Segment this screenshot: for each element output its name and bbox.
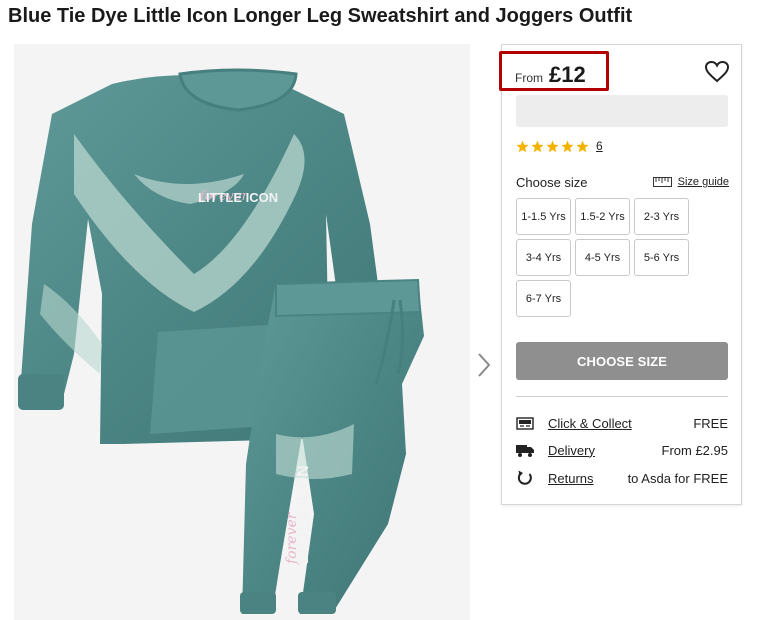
star-icon bbox=[561, 140, 574, 152]
chevron-right-icon[interactable] bbox=[474, 352, 494, 378]
store-icon bbox=[516, 417, 534, 430]
delivery-link[interactable]: Delivery bbox=[548, 443, 595, 458]
size-option-1-1.5[interactable]: 1-1.5 Yrs bbox=[516, 198, 571, 235]
price-value: £12 bbox=[549, 62, 586, 87]
size-option-6-7[interactable]: 6-7 Yrs bbox=[516, 280, 571, 317]
choose-size-button[interactable]: CHOOSE SIZE bbox=[516, 342, 728, 380]
size-options: 1-1.5 Yrs 1.5-2 Yrs 2-3 Yrs 3-4 Yrs 4-5 … bbox=[516, 198, 696, 317]
size-option-3-4[interactable]: 3-4 Yrs bbox=[516, 239, 571, 276]
rating: 6 bbox=[516, 139, 603, 153]
star-icon bbox=[516, 140, 529, 152]
buy-panel: From £12 6 Choose size Size guide 1-1.5 … bbox=[499, 44, 742, 505]
returns-icon bbox=[517, 470, 532, 485]
returns-link[interactable]: Returns bbox=[548, 471, 594, 486]
divider bbox=[516, 396, 728, 397]
size-option-4-5[interactable]: 4-5 Yrs bbox=[575, 239, 630, 276]
heart-outline-icon[interactable] bbox=[704, 60, 730, 83]
svg-text:LITTLE ICON: LITTLE ICON bbox=[295, 465, 312, 564]
ruler-icon bbox=[652, 177, 672, 187]
svg-text:LITTLE ICON: LITTLE ICON bbox=[198, 190, 278, 205]
star-icon bbox=[576, 140, 589, 152]
size-option-1.5-2[interactable]: 1.5-2 Yrs bbox=[575, 198, 630, 235]
size-guide-link[interactable]: Size guide bbox=[652, 176, 729, 188]
promo-placeholder bbox=[516, 95, 728, 127]
price-from-label: From bbox=[515, 71, 543, 85]
delivery-row: Delivery From £2.95 bbox=[516, 440, 728, 460]
click-collect-value: FREE bbox=[693, 415, 728, 431]
choose-size-label: Choose size bbox=[516, 175, 588, 190]
click-collect-row: Click & Collect FREE bbox=[516, 413, 728, 433]
returns-row: Returns to Asda for FREE bbox=[516, 468, 728, 488]
product-title: Blue Tie Dye Little Icon Longer Leg Swea… bbox=[8, 5, 633, 27]
star-icon bbox=[546, 140, 559, 152]
returns-value: to Asda for FREE bbox=[627, 470, 728, 486]
size-guide-label: Size guide bbox=[677, 176, 729, 188]
delivery-value: From £2.95 bbox=[661, 442, 728, 458]
size-option-2-3[interactable]: 2-3 Yrs bbox=[634, 198, 689, 235]
truck-icon bbox=[516, 445, 534, 457]
star-icon bbox=[531, 140, 544, 152]
product-image[interactable]: forever LITTLE ICON forever LITTLE ICON bbox=[14, 44, 470, 620]
review-count-link[interactable]: 6 bbox=[596, 139, 603, 153]
size-option-5-6[interactable]: 5-6 Yrs bbox=[634, 239, 689, 276]
click-collect-link[interactable]: Click & Collect bbox=[548, 416, 632, 431]
price-highlight: From £12 bbox=[499, 51, 609, 91]
star-rating bbox=[516, 140, 589, 153]
